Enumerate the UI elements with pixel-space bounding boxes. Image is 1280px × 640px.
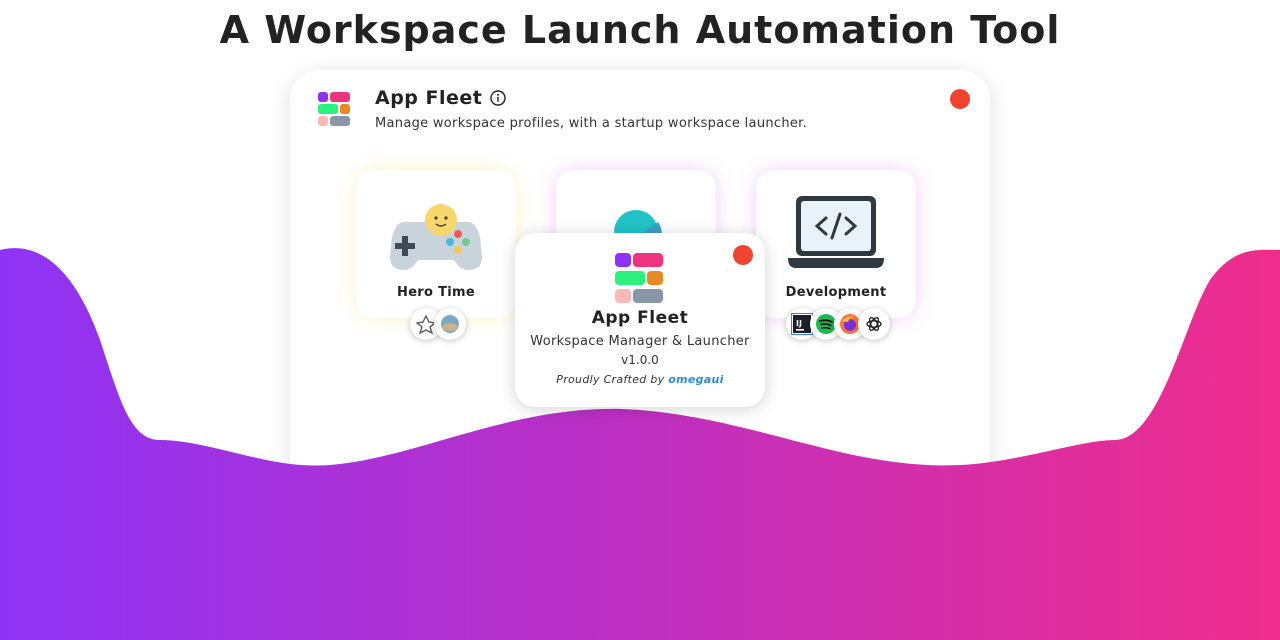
about-version: v1.0.0 (621, 353, 659, 367)
about-description: Workspace Manager & Launcher (530, 334, 750, 349)
about-app-name: App Fleet (591, 308, 689, 328)
author-link[interactable]: omegaui (668, 373, 723, 386)
app-logo-icon (615, 253, 663, 303)
about-dialog: App Fleet Workspace Manager & Launcher v… (515, 233, 765, 407)
credit-prefix: Proudly Crafted by (556, 373, 665, 386)
about-credit: Proudly Crafted by omegaui (515, 373, 765, 386)
about-close-button[interactable] (733, 245, 753, 265)
